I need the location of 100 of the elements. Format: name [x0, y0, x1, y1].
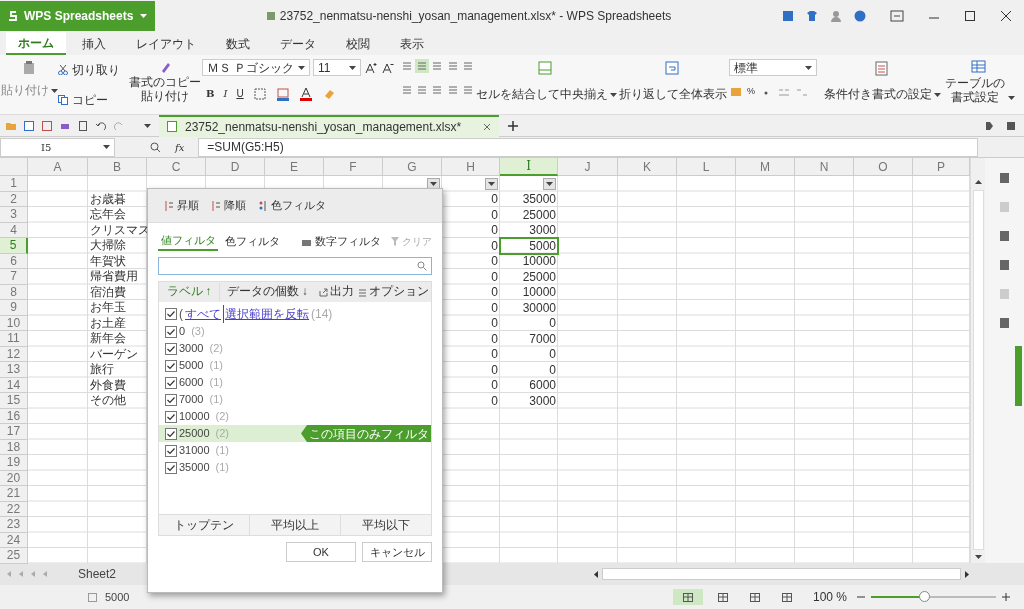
conditional-format-button[interactable]: 条件付き書式の設定 [823, 87, 941, 101]
filter-value-item[interactable]: 35000 (1) [159, 459, 431, 476]
filter-value-item[interactable]: 6000 (1) [159, 374, 431, 391]
copy-button[interactable]: コピー [58, 91, 128, 109]
filter-value-item[interactable]: 10000 (2) [159, 408, 431, 425]
row-header[interactable]: 25 [0, 548, 28, 564]
column-header[interactable]: I [500, 158, 558, 176]
select-all-link[interactable]: すべて [185, 305, 221, 323]
function-button[interactable]: fx [175, 139, 185, 155]
checkbox[interactable] [165, 308, 177, 320]
close-icon[interactable] [1000, 10, 1012, 22]
new-tab-icon[interactable] [507, 119, 519, 132]
row-header[interactable]: 5 [0, 238, 28, 254]
borders-icon[interactable] [252, 86, 267, 101]
zoom-in-icon[interactable] [1002, 593, 1010, 601]
close-icon[interactable] [483, 122, 491, 131]
ribbon-tab[interactable]: 校閲 [332, 32, 384, 55]
filter-value-item[interactable]: 7000 (1) [159, 391, 431, 408]
checkbox[interactable] [165, 461, 177, 474]
ribbon-tab[interactable]: ホーム [6, 32, 66, 55]
wrap-text-icon[interactable] [665, 61, 681, 77]
shirt-icon[interactable] [806, 10, 818, 22]
preview-icon[interactable] [78, 120, 88, 131]
caret-icon[interactable] [144, 123, 151, 128]
merge-center-button[interactable]: セルを結合して中央揃え [475, 87, 617, 101]
bold-button[interactable]: B [206, 86, 215, 101]
vertical-scrollbar[interactable] [970, 158, 985, 563]
scroll-right-icon[interactable] [965, 570, 969, 578]
sort-by-label-button[interactable]: ラベル ↑ [159, 283, 219, 301]
checkbox[interactable] [165, 427, 177, 440]
column-header[interactable]: L [677, 158, 736, 176]
column-header[interactable]: P [913, 158, 970, 176]
export-button[interactable]: 出力 [319, 283, 354, 301]
restore-panel-icon[interactable] [890, 10, 904, 22]
ribbon-tab[interactable]: 挿入 [68, 32, 120, 55]
filter-value-item[interactable]: 25000 (2) この項目のみフィルタ [159, 425, 431, 442]
ribbon-tab[interactable]: 数式 [212, 32, 264, 55]
formula-field[interactable]: =SUM(G5:H5) [198, 137, 979, 157]
filter-dropdown-button[interactable] [485, 177, 498, 190]
column-header[interactable]: C [147, 158, 206, 176]
format-painter-button[interactable]: 書式のコピー貼り付け [128, 75, 202, 103]
zoom-icon[interactable] [150, 141, 161, 153]
row-header[interactable]: 13 [0, 362, 28, 378]
checkbox[interactable] [165, 410, 177, 423]
clipboard-icon[interactable] [22, 61, 36, 75]
sort-ascending-button[interactable]: 昇順 [164, 197, 199, 214]
column-header[interactable]: D [206, 158, 265, 176]
column-header[interactable]: E [265, 158, 324, 176]
fill-color-icon[interactable] [275, 86, 290, 101]
font-name-dropdown[interactable]: ＭＳ Ｐゴシック [202, 59, 310, 76]
undo-icon[interactable] [96, 120, 106, 131]
sidebar-toggle-icon[interactable] [984, 120, 994, 131]
row-header[interactable]: 15 [0, 393, 28, 409]
ribbon-tab[interactable]: レイアウト [122, 32, 210, 55]
sheet-tab[interactable]: Sheet2 [66, 564, 129, 584]
align-icon[interactable] [415, 59, 430, 73]
wrap-text-button[interactable]: 折り返して全体表示 [619, 87, 727, 101]
quick-filter-button[interactable]: 平均以上 [249, 515, 340, 535]
document-tab[interactable]: 23752_nenmatsu-nenshi_yosan_management.xlsx* [159, 114, 499, 137]
save-icon[interactable] [24, 120, 34, 131]
column-header[interactable]: K [618, 158, 677, 176]
invert-selection-link[interactable]: 選択範囲を反転 [223, 305, 309, 323]
checkbox[interactable] [165, 342, 177, 355]
checkbox[interactable] [165, 393, 177, 406]
number-format-dropdown[interactable]: 標準 [729, 59, 817, 76]
row-header[interactable]: 1 [0, 176, 28, 192]
cancel-button[interactable]: キャンセル [362, 542, 432, 562]
ok-button[interactable]: OK [286, 542, 356, 562]
sort-by-count-button[interactable]: データの個数 ↓ [219, 283, 315, 301]
zoom-slider-thumb[interactable] [918, 591, 930, 602]
row-header[interactable]: 11 [0, 331, 28, 347]
column-header[interactable]: A [28, 158, 88, 176]
checkbox[interactable] [165, 359, 177, 372]
row-header[interactable]: 7 [0, 269, 28, 285]
filter-value-item[interactable]: 0 (3) [159, 323, 431, 340]
sort-descending-button[interactable]: 降順 [211, 197, 246, 214]
horizontal-scrollbar[interactable] [594, 566, 969, 582]
table-style-icon[interactable] [971, 59, 987, 75]
name-box[interactable]: I5 [0, 137, 115, 157]
color-sort-button[interactable]: 色フィルタ [258, 197, 326, 214]
italic-button[interactable]: I [223, 86, 228, 101]
column-header[interactable]: G [383, 158, 442, 176]
filter-mode-tab[interactable]: 値フィルタ [158, 231, 218, 251]
zoom-slider[interactable] [871, 591, 996, 603]
row-header[interactable]: 19 [0, 455, 28, 471]
filter-dropdown-button[interactable] [543, 177, 556, 190]
table-format-button[interactable]: テーブルの書式設定 [943, 76, 1015, 104]
row-header[interactable]: 17 [0, 424, 28, 440]
search-field[interactable] [158, 257, 432, 275]
column-header[interactable]: H [442, 158, 500, 176]
quick-filter-button[interactable]: トップテン [159, 515, 249, 535]
row-header[interactable]: 3 [0, 207, 28, 223]
filter-dropdown-button[interactable] [427, 177, 440, 190]
scroll-down-icon[interactable] [974, 555, 982, 559]
filter-mode-tab[interactable]: 色フィルタ [222, 231, 282, 251]
filter-value-item[interactable]: 5000 (1) [159, 357, 431, 374]
column-header[interactable]: M [736, 158, 795, 176]
column-header[interactable]: B [88, 158, 147, 176]
number-filter-button[interactable]: 数字フィルタ [301, 232, 381, 250]
maximize-icon[interactable] [964, 10, 976, 22]
